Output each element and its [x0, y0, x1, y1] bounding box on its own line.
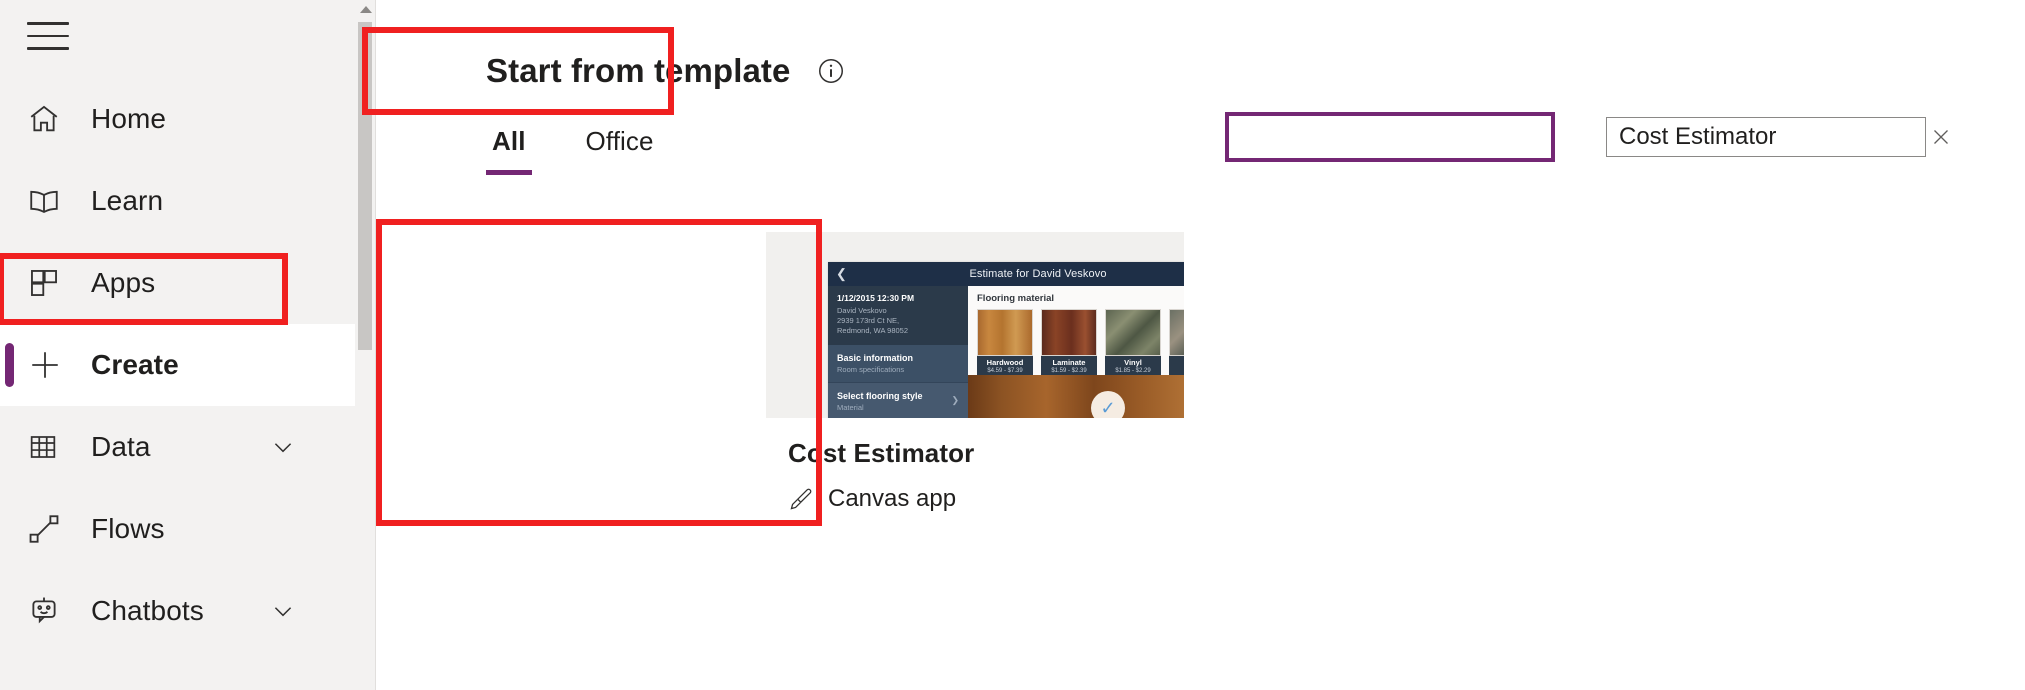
info-circle-icon[interactable]: [816, 56, 846, 86]
sidebar-item-label: Data: [91, 431, 151, 462]
template-filter-tabs: All Office: [486, 126, 708, 175]
preview-address-line2: Redmond, WA 98052: [837, 326, 909, 336]
chevron-right-icon: ❯: [951, 395, 959, 406]
app-root: Home Learn Apps Create Data Flows Chatbo…: [0, 0, 2025, 690]
preview-app-title: Estimate for David Veskovo: [969, 268, 1107, 280]
hamburger-line: [27, 22, 69, 25]
sidebar-item-chatbots[interactable]: Chatbots: [0, 570, 366, 652]
material-texture: [1041, 309, 1097, 356]
annotation-highlight-title: [362, 27, 674, 115]
hamburger-line: [27, 47, 69, 50]
sidebar-item-label: Chatbots: [91, 595, 204, 626]
material-swatch: Hardwood $4.59 - $7.39: [977, 309, 1033, 377]
preview-customer-meta: 1/12/2015 12:30 PM David Veskovo 2939 17…: [828, 286, 968, 346]
sidebar-item-home[interactable]: Home: [0, 78, 366, 160]
material-caption: Hardwood $4.59 - $7.39: [977, 356, 1033, 377]
material-caption: Vinyl $1.85 - $2.29: [1105, 356, 1161, 377]
chatbot-icon: [27, 591, 73, 631]
material-caption: Laminate $1.59 - $2.39: [1041, 356, 1097, 377]
preview-section-material: Flooring material: [977, 293, 1055, 304]
material-name: Tile: [1169, 358, 1184, 367]
preview-nav-subtitle: Material: [837, 403, 864, 413]
sidebar-item-label: Learn: [91, 185, 164, 216]
material-caption: Tile $3.55 -: [1169, 356, 1184, 377]
material-swatch: Vinyl $1.85 - $2.29: [1105, 309, 1161, 377]
tab-office[interactable]: Office: [580, 126, 660, 175]
material-name: Laminate: [1052, 358, 1086, 367]
sidebar-item-learn[interactable]: Learn: [0, 160, 366, 242]
template-thumbnail: ❮ Estimate for David Veskovo 1/12/2015 1…: [766, 232, 1184, 418]
chevron-left-icon: ❮: [836, 266, 847, 281]
preview-address-line1: 2939 173rd Ct NE,: [837, 316, 900, 326]
sidebar-item-label: Create: [91, 349, 179, 380]
material-texture: [977, 309, 1033, 356]
table-icon: [27, 427, 73, 467]
sidebar-nav: Home Learn Apps Create Data Flows Chatbo…: [0, 78, 366, 652]
tab-all[interactable]: All: [486, 126, 532, 175]
book-icon: [27, 181, 73, 221]
sidebar-item-flows[interactable]: Flows: [0, 488, 366, 570]
material-swatch: Laminate $1.59 - $2.39: [1041, 309, 1097, 377]
close-icon[interactable]: [1929, 119, 1953, 155]
annotation-highlight-card: [376, 219, 822, 526]
sidebar-item-label: Home: [91, 103, 167, 134]
annotation-highlight-search: [1225, 112, 1555, 162]
preview-app-header: ❮ Estimate for David Veskovo: [828, 262, 1184, 286]
preview-timestamp: 1/12/2015 12:30 PM: [837, 293, 915, 303]
material-texture: [1105, 309, 1161, 356]
chevron-down-icon[interactable]: [270, 434, 296, 460]
preview-nav-subtitle: Room specifications: [837, 365, 905, 375]
preview-right-panel: Flooring material Hardwood $4.59 - $7.39: [968, 286, 1184, 418]
sidebar-item-label: Flows: [91, 513, 165, 544]
left-sidebar: Home Learn Apps Create Data Flows Chatbo…: [0, 0, 375, 690]
annotation-highlight-create: [0, 253, 288, 325]
template-card-type: Canvas app: [788, 485, 1184, 513]
preview-nav-title: Basic information: [837, 353, 914, 364]
preview-left-panel: 1/12/2015 12:30 PM David Veskovo 2939 17…: [828, 286, 968, 418]
sidebar-item-data[interactable]: Data: [0, 406, 366, 488]
material-name: Hardwood: [986, 358, 1024, 367]
material-texture: [1169, 309, 1184, 356]
template-card-type-label: Canvas app: [828, 485, 957, 512]
home-icon: [27, 99, 73, 139]
material-price: $1.59 - $2.39: [1051, 368, 1087, 374]
preview-customer-name: David Veskovo: [837, 306, 887, 315]
preview-selected-wood-image: ✓ Bolivian Rosewood $7.39/sq ft: [968, 375, 1184, 418]
plus-icon: [27, 345, 73, 385]
material-price: $1.85 - $2.29: [1115, 368, 1151, 374]
template-card-cost-estimator[interactable]: ❮ Estimate for David Veskovo 1/12/2015 1…: [766, 232, 1184, 513]
app-preview: ❮ Estimate for David Veskovo 1/12/2015 1…: [828, 262, 1184, 418]
checkmark-icon: ✓: [1091, 391, 1125, 418]
preview-nav-item: Basic information Room specifications: [828, 345, 968, 384]
sidebar-item-create[interactable]: Create: [0, 324, 366, 406]
scroll-up-arrow-icon[interactable]: [358, 4, 374, 18]
material-swatch: Tile $3.55 -: [1169, 309, 1184, 377]
material-name: Vinyl: [1124, 358, 1142, 367]
preview-nav-title: Select flooring style: [837, 391, 923, 402]
flow-icon: [27, 509, 73, 549]
template-search-box[interactable]: [1606, 117, 1948, 157]
template-card-title: Cost Estimator: [788, 438, 975, 468]
template-card-info: Cost Estimator Canvas app: [766, 418, 1184, 513]
material-price: $4.59 - $7.39: [987, 368, 1023, 374]
chevron-down-icon[interactable]: [270, 598, 296, 624]
preview-material-swatches: Hardwood $4.59 - $7.39 Laminate $1.59 - …: [968, 309, 1184, 377]
preview-nav-item: Select flooring style Material ❯: [828, 383, 968, 418]
material-price: $3.55 -: [1169, 368, 1184, 374]
hamburger-menu-button[interactable]: [27, 22, 73, 58]
preview-body: 1/12/2015 12:30 PM David Veskovo 2939 17…: [828, 286, 1184, 418]
search-input[interactable]: [1607, 123, 1929, 151]
hamburger-line: [27, 34, 69, 37]
